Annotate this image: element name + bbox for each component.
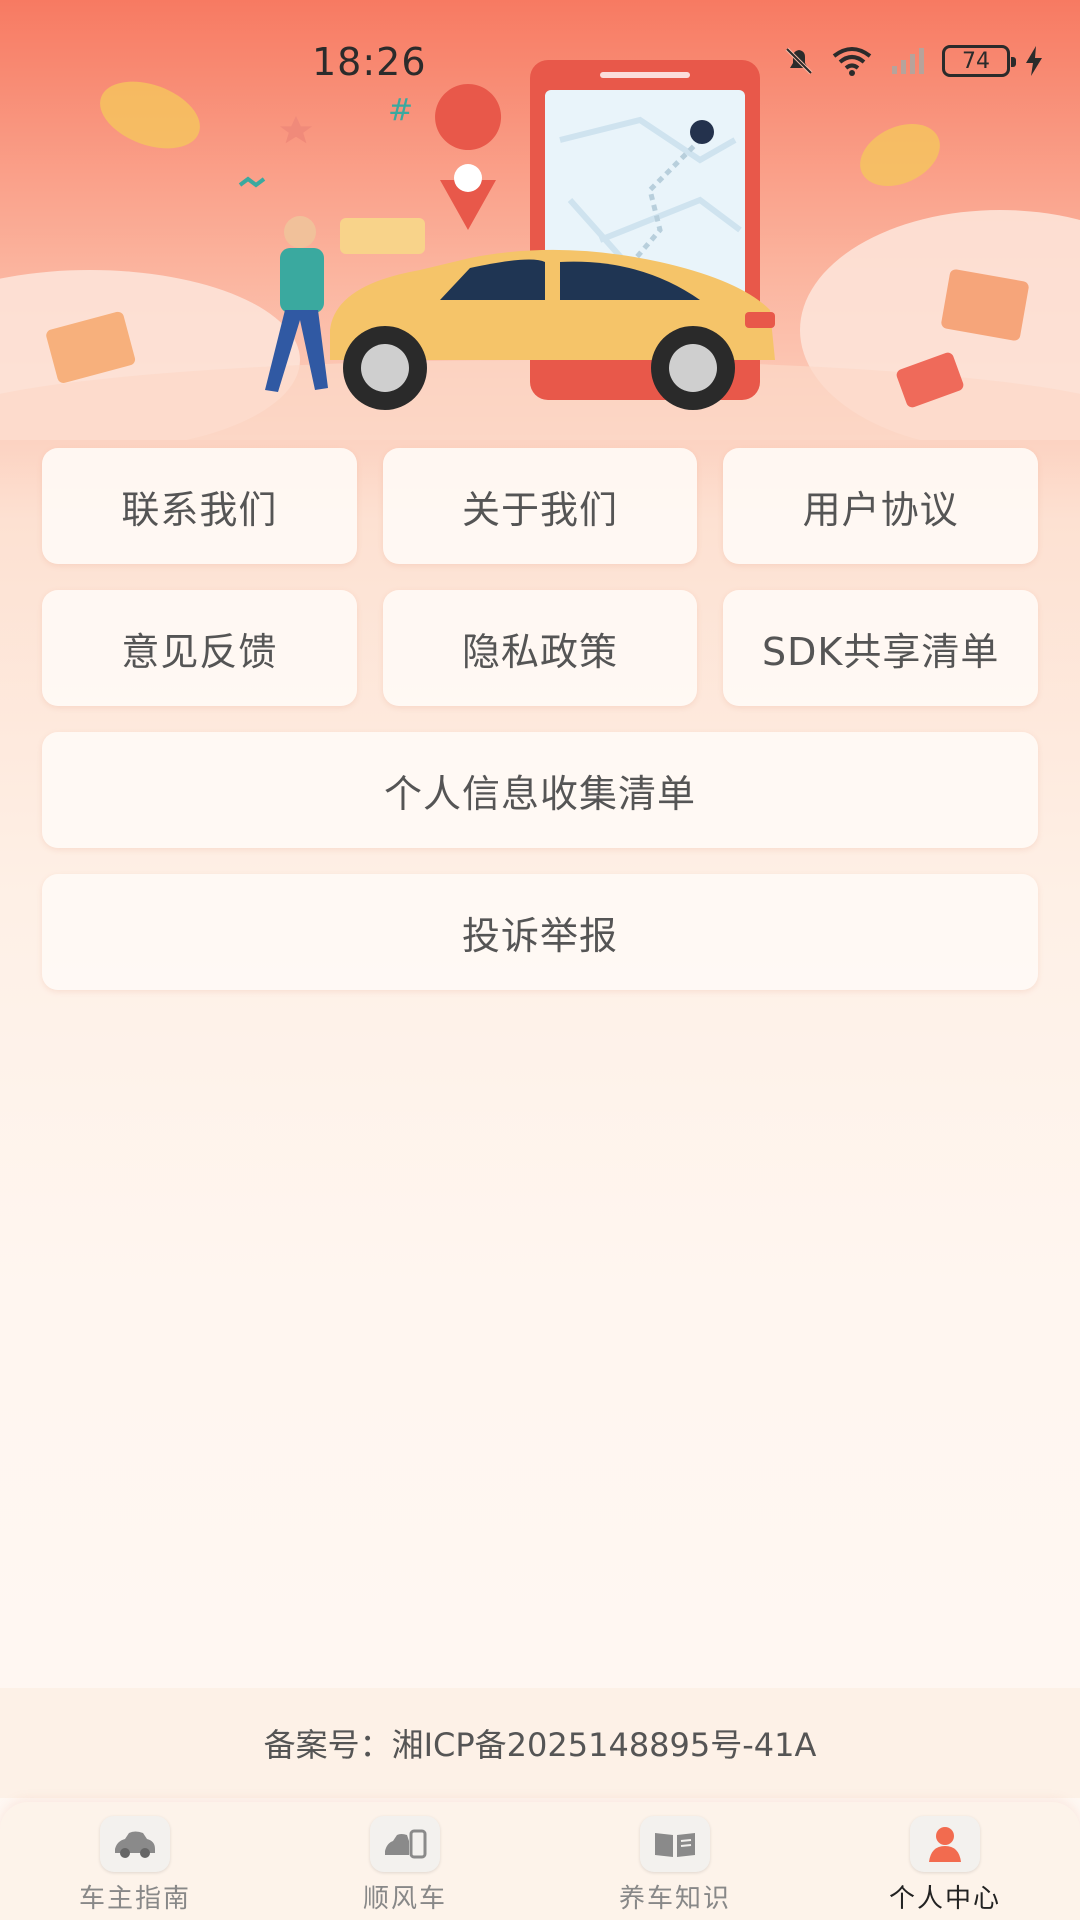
wifi-icon [832, 47, 872, 76]
status-bar: 18:26 74 [0, 0, 1080, 130]
tab-car-care[interactable]: 养车知识 [540, 1802, 810, 1920]
about-us-button[interactable]: 关于我们 [382, 448, 698, 564]
icp-record: 备案号：湘ICP备2025148895号-41A [0, 1688, 1080, 1798]
tab-label: 车主指南 [78, 1884, 191, 1914]
personal-info-list-button[interactable]: 个人信息收集清单 [42, 732, 1038, 848]
tab-label: 个人中心 [888, 1884, 1001, 1914]
privacy-policy-button[interactable]: 隐私政策 [382, 590, 698, 706]
tab-personal-center[interactable]: 个人中心 [810, 1802, 1080, 1920]
status-icons: 74 [782, 44, 1044, 78]
feedback-button[interactable]: 意见反馈 [42, 590, 357, 706]
complaint-report-button[interactable]: 投诉举报 [42, 874, 1038, 990]
carpool-icon [370, 1816, 440, 1872]
user-icon [910, 1816, 980, 1872]
sdk-sharing-list-button[interactable]: SDK共享清单 [723, 590, 1039, 706]
icp-text: 备案号：湘ICP备2025148895号-41A [263, 1726, 817, 1764]
user-agreement-button[interactable]: 用户协议 [723, 448, 1039, 564]
contact-us-button[interactable]: 联系我们 [42, 448, 357, 564]
cellular-signal-icon [892, 48, 924, 74]
book-icon [640, 1816, 710, 1872]
tab-label: 养车知识 [618, 1884, 731, 1914]
tab-label: 顺风车 [362, 1884, 447, 1914]
car-icon [100, 1816, 170, 1872]
status-time: 18:26 [312, 40, 427, 84]
mute-bell-icon [785, 47, 813, 75]
menu-grid: 联系我们 关于我们 用户协议 意见反馈 隐私政策 SDK共享清单 个人信息收集清… [42, 448, 1039, 1016]
menu-row-2: 意见反馈 隐私政策 SDK共享清单 [42, 590, 1039, 706]
charging-bolt-icon [1026, 46, 1042, 76]
tab-owner-guide[interactable]: 车主指南 [0, 1802, 270, 1920]
tab-carpool[interactable]: 顺风车 [270, 1802, 540, 1920]
battery-icon: 74 [942, 45, 1016, 77]
menu-row-1: 联系我们 关于我们 用户协议 [42, 448, 1039, 564]
bottom-tab-bar: 车主指南 顺风车 养车知识 个人中心 [0, 1802, 1080, 1920]
